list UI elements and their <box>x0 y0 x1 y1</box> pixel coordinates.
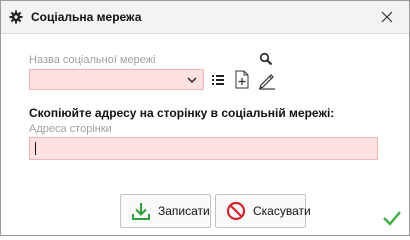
save-button-label: Записати <box>158 204 210 218</box>
checkmark-icon <box>383 211 401 226</box>
close-button[interactable] <box>365 1 409 33</box>
search-icon[interactable] <box>259 52 273 66</box>
save-button[interactable]: Записати <box>120 194 211 228</box>
page-address-label: Адреса сторінки <box>29 123 112 135</box>
page-address-input[interactable] <box>29 137 378 160</box>
pencil-icon[interactable] <box>257 70 277 90</box>
cancel-button[interactable]: Скасувати <box>215 194 311 228</box>
text-caret <box>35 142 36 155</box>
cancel-icon <box>226 201 246 221</box>
close-icon <box>381 11 393 23</box>
download-icon <box>132 203 150 220</box>
social-network-dialog: Соціальна мережа Назва соціальної мережі <box>0 0 410 236</box>
title-bar: Соціальна мережа <box>1 1 409 34</box>
list-icon[interactable] <box>210 72 226 88</box>
network-name-dropdown[interactable] <box>29 69 204 90</box>
chevron-down-icon <box>187 77 197 83</box>
add-document-icon[interactable] <box>234 69 250 90</box>
cancel-button-label: Скасувати <box>253 204 311 218</box>
window-title: Соціальна мережа <box>31 10 142 24</box>
network-name-label: Назва соціальної мережі <box>29 54 156 66</box>
gear-icon <box>9 10 23 24</box>
address-instruction: Скопіюйте адресу на сторінку в соціальні… <box>29 106 335 120</box>
